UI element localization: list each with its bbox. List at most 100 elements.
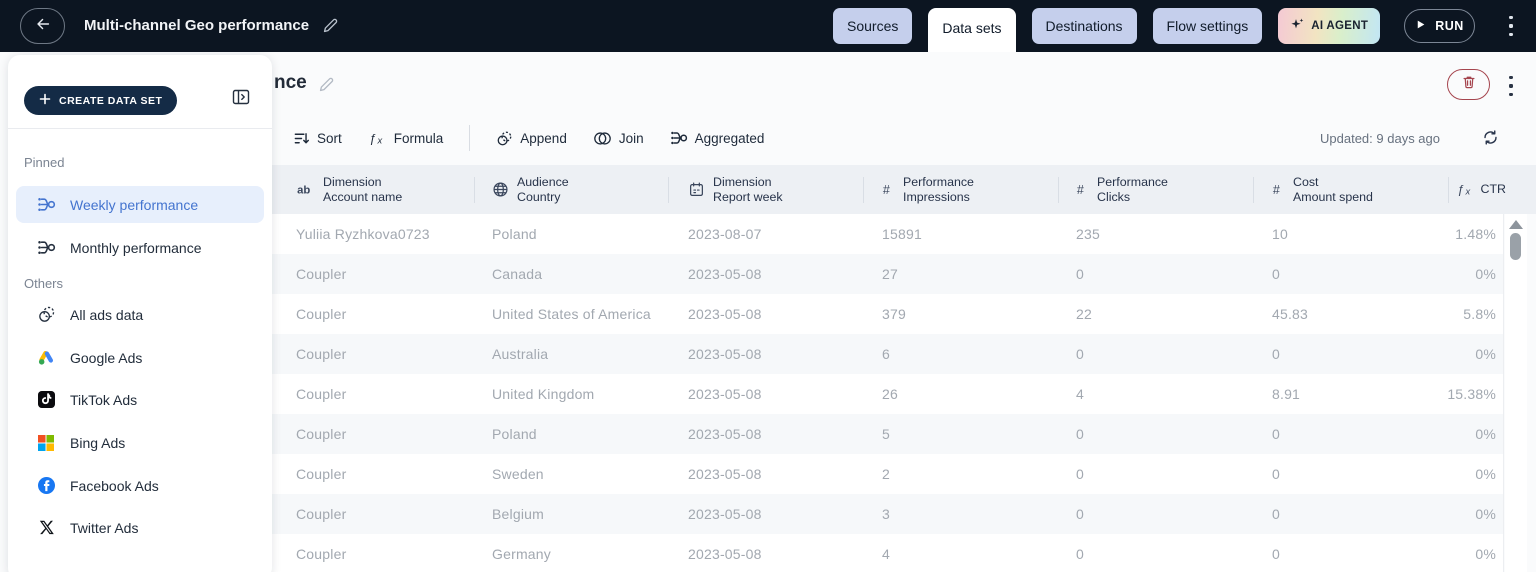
collapse-sidebar-button[interactable] — [229, 87, 253, 111]
back-button[interactable] — [20, 8, 65, 44]
create-dataset-button[interactable]: CREATE DATA SET — [24, 86, 178, 115]
section-label-others: Others — [24, 276, 64, 291]
tab-destinations[interactable]: Destinations — [1031, 8, 1137, 44]
column-divider — [474, 177, 475, 203]
column-name: Country — [517, 189, 561, 204]
column-group: Dimension — [323, 174, 382, 189]
table-cell: 0 — [1076, 506, 1084, 522]
table-cell: Poland — [492, 426, 537, 442]
table-right-divider — [1503, 214, 1504, 572]
column-divider — [1058, 177, 1059, 203]
table-cell: Coupler — [296, 506, 347, 522]
sidebar-item-facebook-ads[interactable]: Facebook Ads — [16, 467, 264, 504]
sidebar-item-google-ads[interactable]: Google Ads — [16, 339, 264, 376]
column-divider — [863, 177, 864, 203]
sidebar-item-twitter-ads[interactable]: Twitter Ads — [16, 509, 264, 546]
table-cell: 2023-08-07 — [688, 226, 762, 242]
delete-dataset-button[interactable] — [1447, 69, 1490, 100]
column-header-clicks[interactable]: # Performance Clicks — [1076, 165, 1168, 214]
tab-data-sets[interactable]: Data sets — [928, 8, 1016, 52]
table-row: Yuliia Ryzhkova0723 Poland 2023-08-07 15891… — [272, 214, 1503, 254]
vertical-scrollbar — [1505, 214, 1527, 572]
table-row: Coupler Belgium 2023-05-08 3 0 0 0% — [272, 494, 1503, 534]
sidebar-item-all-ads-data[interactable]: All ads data — [16, 296, 264, 333]
table-cell: 0 — [1076, 346, 1084, 362]
table-row: Coupler Poland 2023-05-08 5 0 0 0% — [272, 414, 1503, 454]
table-cell: Coupler — [296, 266, 347, 282]
ai-agent-button[interactable]: AI AGENT — [1278, 8, 1381, 44]
edit-flow-title-icon[interactable] — [322, 17, 339, 39]
dataset-toolbar: Sort ƒ x Formula Append Join Aggregated — [293, 124, 764, 152]
toolbar-label: Join — [618, 130, 644, 146]
sidebar-item-tiktok-ads[interactable]: TikTok Ads — [16, 381, 264, 418]
facebook-icon — [36, 476, 56, 496]
edit-dataset-title-icon[interactable] — [318, 76, 335, 98]
table-cell: Australia — [492, 346, 549, 362]
table-row: Coupler Canada 2023-05-08 27 0 0 0% — [272, 254, 1503, 294]
table-cell: 26 — [882, 386, 898, 402]
aggregated-button[interactable]: Aggregated — [670, 129, 764, 147]
table-row: Coupler Germany 2023-05-08 4 0 0 0% — [272, 534, 1503, 572]
svg-text:ƒ: ƒ — [369, 131, 376, 145]
number-icon: # — [1076, 182, 1089, 197]
column-header-amount-spend[interactable]: # Cost Amount spend — [1272, 165, 1373, 214]
column-header-country[interactable]: Audience Country — [492, 165, 569, 214]
sidebar-item-monthly-performance[interactable]: Monthly performance — [16, 229, 264, 266]
header-tabs: Sources Data sets Destinations Flow setting… — [833, 8, 1381, 52]
table-cell: Coupler — [296, 426, 347, 442]
scroll-up-arrow[interactable] — [1509, 220, 1523, 229]
sidebar-item-label: Bing Ads — [70, 434, 126, 451]
table-cell: United Kingdom — [492, 386, 595, 402]
svg-text:#: # — [883, 183, 890, 197]
arrow-left-icon — [34, 15, 52, 38]
aggregated-icon — [670, 129, 688, 147]
svg-text:ƒ: ƒ — [1457, 183, 1464, 197]
append-button[interactable]: Append — [496, 130, 567, 147]
section-label-pinned: Pinned — [24, 155, 65, 170]
table-cell: 379 — [882, 306, 906, 322]
table-row: Coupler Australia 2023-05-08 6 0 0 0% — [272, 334, 1503, 374]
table-cell: 2023-05-08 — [688, 506, 762, 522]
datasets-sidebar: CREATE DATA SET Pinned Weekly performanc… — [8, 55, 272, 572]
refresh-icon[interactable] — [1482, 129, 1499, 151]
table-cell: Coupler — [296, 466, 347, 482]
globe-icon — [492, 181, 509, 198]
sidebar-item-weekly-performance[interactable]: Weekly performance — [16, 186, 264, 223]
column-name: Account name — [323, 189, 403, 204]
sidebar-item-bing-ads[interactable]: Bing Ads — [16, 424, 264, 461]
create-dataset-label: CREATE DATA SET — [59, 94, 163, 107]
text-type-icon: ab — [296, 182, 315, 197]
table-cell: Coupler — [296, 386, 347, 402]
table-cell: Belgium — [492, 506, 544, 522]
scrollbar-thumb[interactable] — [1510, 233, 1521, 260]
formula-button[interactable]: ƒ x Formula — [368, 131, 443, 146]
ai-agent-label: AI AGENT — [1311, 20, 1369, 32]
sparkle-icon — [1290, 17, 1305, 35]
google-ads-icon — [36, 348, 56, 368]
tab-sources[interactable]: Sources — [833, 8, 913, 44]
column-header-impressions[interactable]: # Performance Impressions — [882, 165, 974, 214]
column-header-account-name[interactable]: ab Dimension Account name — [296, 165, 402, 214]
table-cell: 2023-05-08 — [688, 386, 762, 402]
tab-flow-settings[interactable]: Flow settings — [1152, 8, 1263, 44]
dataset-more-menu[interactable] — [1504, 76, 1518, 97]
table-cell: 4 — [882, 546, 890, 562]
calendar-icon — [688, 181, 705, 198]
svg-text:ab: ab — [297, 184, 310, 196]
column-group: Performance — [903, 174, 974, 189]
number-icon: # — [1272, 182, 1285, 197]
table-cell: 0 — [1272, 346, 1280, 362]
column-name: Amount spend — [1293, 189, 1373, 204]
run-button[interactable]: RUN — [1404, 9, 1475, 43]
table-cell: 15891 — [882, 226, 922, 242]
header-more-menu[interactable] — [1504, 16, 1518, 37]
toolbar-label: Sort — [317, 130, 342, 146]
svg-text:x: x — [1464, 187, 1470, 197]
sort-button[interactable]: Sort — [293, 130, 342, 147]
table-cell: 0 — [1272, 506, 1280, 522]
table-row: Coupler United States of America 2023-05-0… — [272, 294, 1503, 334]
join-button[interactable]: Join — [593, 131, 644, 146]
column-header-report-week[interactable]: Dimension Report week — [688, 165, 783, 214]
column-header-ctr[interactable]: ƒ x CTR — [1456, 165, 1506, 214]
table-cell: 0% — [1475, 506, 1496, 522]
